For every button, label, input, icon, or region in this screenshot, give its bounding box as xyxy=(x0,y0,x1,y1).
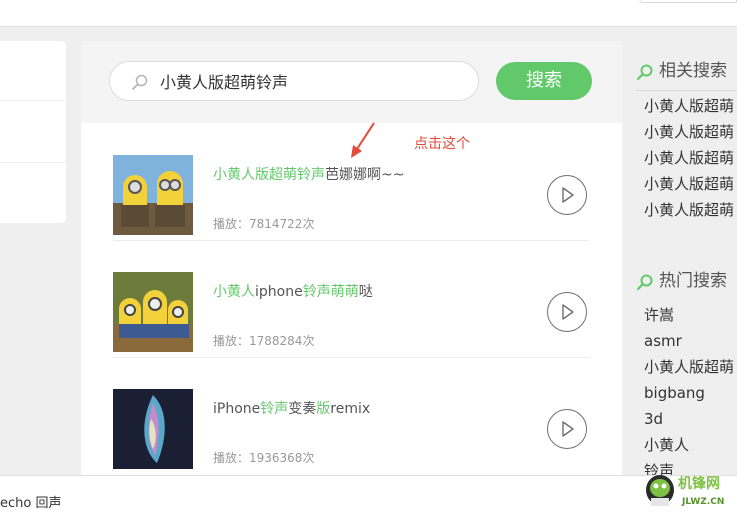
result-item[interactable]: iPhone铃声变奏版remix 播放：1936368次 xyxy=(113,358,589,475)
title-text: remix xyxy=(330,401,371,417)
play-count: 播放：1788284次 xyxy=(213,334,315,348)
play-button[interactable] xyxy=(547,175,587,215)
search-icon xyxy=(636,64,653,81)
play-icon xyxy=(562,304,574,320)
result-thumbnail xyxy=(113,155,193,235)
title-text: iPhone xyxy=(213,401,261,417)
search-icon xyxy=(131,73,149,91)
play-button[interactable] xyxy=(547,292,587,332)
search-input[interactable] xyxy=(160,70,460,92)
result-thumbnail xyxy=(113,389,193,469)
play-icon xyxy=(562,421,574,437)
hot-heading-label: 热门搜索 xyxy=(659,271,727,291)
result-item[interactable]: 小黄人iphone铃声萌萌哒 播放：1788284次 xyxy=(113,241,589,358)
title-text: 哒 xyxy=(358,284,373,300)
hot-item[interactable]: 小黄人 xyxy=(636,432,737,458)
result-title[interactable]: iPhone铃声变奏版remix xyxy=(213,398,370,418)
title-text: iphone xyxy=(255,284,303,300)
play-count: 播放：1936368次 xyxy=(213,451,315,465)
play-count: 播放：7814722次 xyxy=(213,217,315,231)
search-icon xyxy=(636,274,653,291)
bottom-bar: echo 回声 xyxy=(0,475,737,512)
title-highlight: 铃声萌萌 xyxy=(302,284,359,300)
related-heading-label: 相关搜索 xyxy=(659,61,727,81)
result-title[interactable]: 小黄人iphone铃声萌萌哒 xyxy=(213,281,373,301)
title-highlight: 小黄人 xyxy=(213,284,255,300)
watermark-logo: 机锋网 JLWZ.CN xyxy=(646,475,724,507)
title-text: 变奏 xyxy=(288,401,317,417)
left-panel-divider xyxy=(0,100,66,101)
title-highlight: 铃声 xyxy=(260,401,289,417)
result-item[interactable]: 小黄人版超萌铃声芭娜娜啊~~ 播放：7814722次 xyxy=(113,124,589,241)
top-bar xyxy=(0,0,737,27)
related-heading: 相关搜索 xyxy=(636,58,737,84)
title-highlight: 版 xyxy=(316,401,331,417)
left-panel-divider xyxy=(0,162,66,163)
hot-item[interactable]: 小黄人版超萌 xyxy=(636,354,737,380)
search-button[interactable]: 搜索 xyxy=(496,62,592,100)
hot-list: 许嵩 asmr 小黄人版超萌 bigbang 3d 小黄人 铃声 xyxy=(636,302,737,484)
related-item[interactable]: 小黄人版超萌 xyxy=(636,119,737,145)
bottom-text[interactable]: echo 回声 xyxy=(0,492,61,511)
title-text: 芭娜娜啊~~ xyxy=(325,167,405,183)
related-item[interactable]: 小黄人版超萌 xyxy=(636,145,737,171)
left-panel xyxy=(0,41,66,223)
main-panel: 搜索 点击这个 小黄人版超萌铃声芭娜娜啊~~ 播放：7814722次 xyxy=(81,41,622,481)
result-thumbnail xyxy=(113,272,193,352)
hot-item[interactable]: asmr xyxy=(636,328,737,354)
hot-heading: 热门搜索 xyxy=(636,268,737,294)
related-item[interactable]: 小黄人版超萌 xyxy=(636,197,737,223)
play-icon xyxy=(562,187,574,203)
watermark-text: 机锋网 xyxy=(678,475,720,492)
search-area: 搜索 xyxy=(81,41,622,123)
related-item[interactable]: 小黄人版超萌 xyxy=(636,171,737,197)
hot-item[interactable]: 3d xyxy=(636,406,737,432)
hot-item[interactable]: 许嵩 xyxy=(636,302,737,328)
hot-item[interactable]: bigbang xyxy=(636,380,737,406)
related-item[interactable]: 小黄人版超萌 xyxy=(636,93,737,119)
play-button[interactable] xyxy=(547,409,587,449)
hot-searches: 热门搜索 许嵩 asmr 小黄人版超萌 bigbang 3d 小黄人 铃声 xyxy=(636,268,737,484)
search-box[interactable] xyxy=(109,61,479,101)
watermark-domain: JLWZ.CN xyxy=(681,497,724,507)
title-highlight: 小黄人版超萌铃声 xyxy=(213,167,325,183)
top-right-control[interactable] xyxy=(639,0,737,3)
result-title[interactable]: 小黄人版超萌铃声芭娜娜啊~~ xyxy=(213,164,404,184)
related-list: 小黄人版超萌 小黄人版超萌 小黄人版超萌 小黄人版超萌 小黄人版超萌 xyxy=(636,93,737,223)
related-divider xyxy=(636,90,737,91)
related-searches: 相关搜索 小黄人版超萌 小黄人版超萌 小黄人版超萌 小黄人版超萌 小黄人版超萌 xyxy=(636,58,737,223)
